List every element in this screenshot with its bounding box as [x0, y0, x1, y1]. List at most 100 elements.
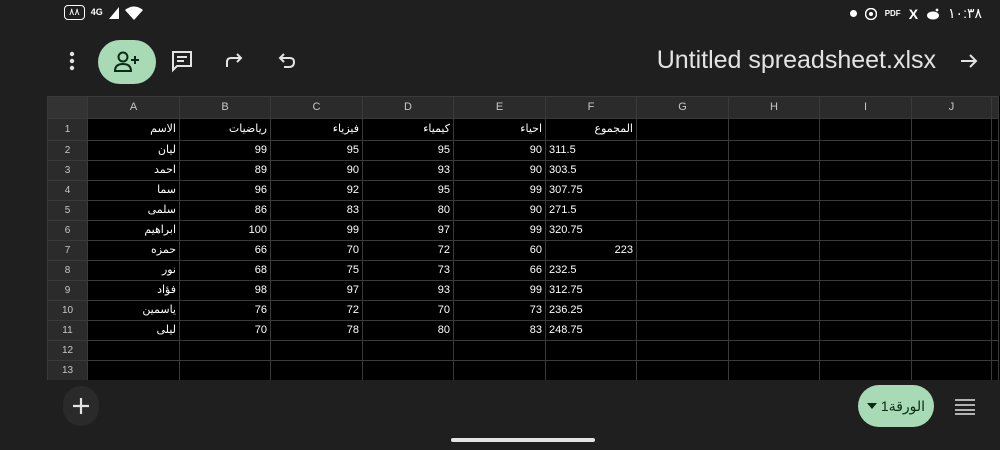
- column-header[interactable]: C: [270, 96, 363, 119]
- cell[interactable]: [636, 260, 729, 281]
- cell[interactable]: [819, 280, 912, 301]
- cell[interactable]: [728, 140, 820, 161]
- cell[interactable]: [728, 240, 820, 261]
- document-title[interactable]: Untitled spreadsheet.xlsx: [657, 46, 936, 75]
- cell[interactable]: [545, 360, 637, 380]
- cell[interactable]: 92: [270, 180, 363, 201]
- cell[interactable]: ابراهيم: [87, 220, 180, 241]
- cell[interactable]: [636, 300, 729, 321]
- cell[interactable]: [636, 220, 729, 241]
- cell[interactable]: [87, 340, 180, 361]
- cell[interactable]: 86: [179, 200, 271, 221]
- cell[interactable]: [991, 220, 999, 241]
- cell[interactable]: [636, 240, 729, 261]
- cell[interactable]: [991, 280, 999, 301]
- cell[interactable]: سلمى: [87, 200, 180, 221]
- cell[interactable]: [819, 340, 912, 361]
- cell[interactable]: [728, 300, 820, 321]
- cell[interactable]: 98: [179, 280, 271, 301]
- cell[interactable]: 93: [362, 160, 454, 181]
- cell[interactable]: [636, 340, 729, 361]
- cell[interactable]: 72: [362, 240, 454, 261]
- cell[interactable]: 70: [362, 300, 454, 321]
- cell[interactable]: 83: [270, 200, 363, 221]
- cell[interactable]: [636, 320, 729, 341]
- cell[interactable]: [453, 340, 546, 361]
- undo-button[interactable]: [268, 38, 306, 84]
- cell[interactable]: [728, 160, 820, 181]
- column-header[interactable]: A: [87, 96, 180, 119]
- redo-button[interactable]: [216, 38, 252, 84]
- cell[interactable]: [911, 320, 992, 341]
- cell[interactable]: 307.75: [545, 180, 637, 201]
- cell[interactable]: [819, 220, 912, 241]
- cell[interactable]: 99: [453, 220, 546, 241]
- cell[interactable]: 68: [179, 260, 271, 281]
- cell[interactable]: [911, 260, 992, 281]
- cell[interactable]: [911, 360, 992, 380]
- cell[interactable]: [453, 360, 546, 380]
- cell[interactable]: [991, 118, 999, 141]
- cell[interactable]: 90: [270, 160, 363, 181]
- cell[interactable]: فيزياء: [270, 118, 363, 141]
- add-sheet-button[interactable]: [63, 386, 99, 426]
- cell[interactable]: احمد: [87, 160, 180, 181]
- cell[interactable]: 99: [453, 280, 546, 301]
- cell[interactable]: [728, 360, 820, 380]
- cell[interactable]: [911, 180, 992, 201]
- cell[interactable]: 99: [179, 140, 271, 161]
- cell[interactable]: ياسمين: [87, 300, 180, 321]
- cell[interactable]: 232.5: [545, 260, 637, 281]
- cell[interactable]: [991, 200, 999, 221]
- cell[interactable]: [179, 340, 271, 361]
- cell[interactable]: 76: [179, 300, 271, 321]
- cell[interactable]: [636, 160, 729, 181]
- cell[interactable]: 90: [453, 160, 546, 181]
- sheet-tab[interactable]: الورقة1: [858, 385, 934, 427]
- cell[interactable]: 236.25: [545, 300, 637, 321]
- cell[interactable]: ليلى: [87, 320, 180, 341]
- cell[interactable]: 95: [270, 140, 363, 161]
- column-header[interactable]: E: [453, 96, 546, 119]
- cell[interactable]: 80: [362, 320, 454, 341]
- cell[interactable]: [991, 140, 999, 161]
- column-header[interactable]: I: [819, 96, 912, 119]
- cell[interactable]: [819, 180, 912, 201]
- cell[interactable]: 303.5: [545, 160, 637, 181]
- cell[interactable]: [911, 280, 992, 301]
- cell[interactable]: 95: [362, 140, 454, 161]
- cell[interactable]: 248.75: [545, 320, 637, 341]
- cell[interactable]: 320.75: [545, 220, 637, 241]
- cell[interactable]: [270, 360, 363, 380]
- cell[interactable]: [991, 340, 999, 361]
- cell[interactable]: 66: [453, 260, 546, 281]
- cell[interactable]: [728, 180, 820, 201]
- column-header[interactable]: H: [728, 96, 820, 119]
- row-header[interactable]: 1: [47, 118, 88, 141]
- cell[interactable]: 73: [453, 300, 546, 321]
- more-options-button[interactable]: [56, 38, 88, 84]
- cell[interactable]: [819, 200, 912, 221]
- cell[interactable]: [87, 360, 180, 380]
- cell[interactable]: [636, 140, 729, 161]
- row-header[interactable]: 7: [47, 240, 88, 261]
- cell[interactable]: [911, 200, 992, 221]
- cell[interactable]: [636, 360, 729, 380]
- cell[interactable]: 223: [545, 240, 637, 261]
- cell[interactable]: 312.75: [545, 280, 637, 301]
- column-header[interactable]: J: [911, 96, 992, 119]
- cell[interactable]: [991, 320, 999, 341]
- cell[interactable]: 96: [179, 180, 271, 201]
- cell[interactable]: [991, 360, 999, 380]
- cell[interactable]: فؤاد: [87, 280, 180, 301]
- cell[interactable]: رياضيات: [179, 118, 271, 141]
- cell[interactable]: [636, 118, 729, 141]
- cell[interactable]: 70: [270, 240, 363, 261]
- select-all-corner[interactable]: [47, 96, 88, 119]
- cell[interactable]: [179, 360, 271, 380]
- comment-button[interactable]: [164, 38, 200, 84]
- column-header[interactable]: [991, 96, 999, 119]
- cell[interactable]: [819, 360, 912, 380]
- share-button[interactable]: [98, 40, 156, 84]
- row-header[interactable]: 2: [47, 140, 88, 161]
